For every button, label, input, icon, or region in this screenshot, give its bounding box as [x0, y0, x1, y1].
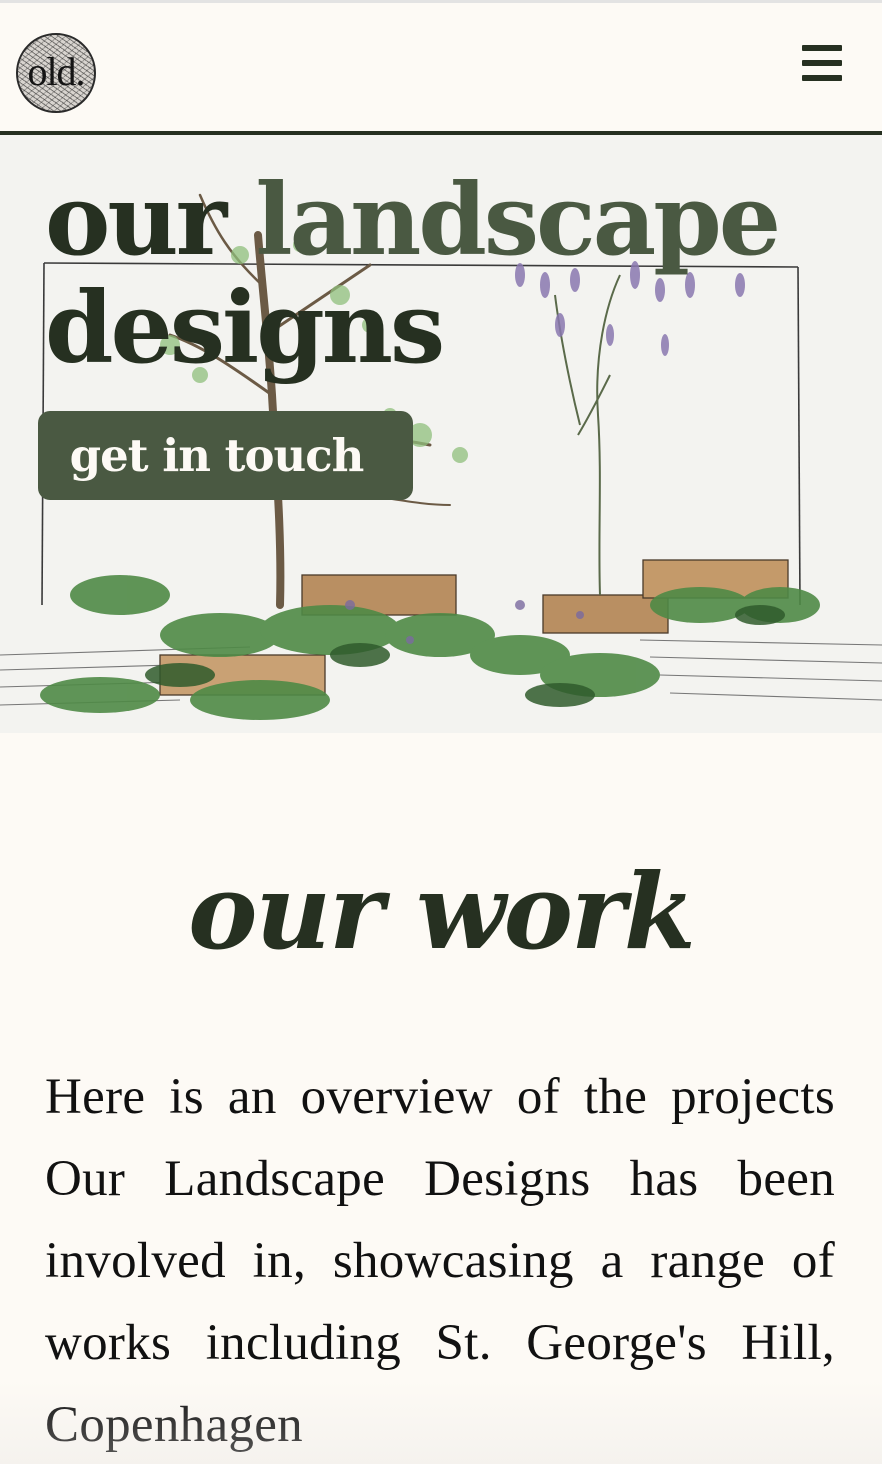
hero-title-word-1: our	[45, 163, 227, 278]
hero-title-word-3: designs	[45, 271, 445, 386]
hero-section: our landscape designs get in touch	[0, 135, 882, 733]
hero-title-word-2: landscape	[255, 163, 781, 278]
logo[interactable]: old.	[16, 33, 96, 113]
site-header: old.	[0, 3, 882, 133]
intro-paragraph: Here is an overview of the projects Our …	[45, 1069, 835, 1453]
section-title: our work	[188, 850, 696, 973]
get-in-touch-button[interactable]: get in touch	[38, 411, 413, 500]
hero-title: our landscape designs	[45, 167, 875, 383]
hamburger-menu-icon[interactable]	[800, 43, 844, 83]
logo-text: old.	[27, 48, 85, 94]
